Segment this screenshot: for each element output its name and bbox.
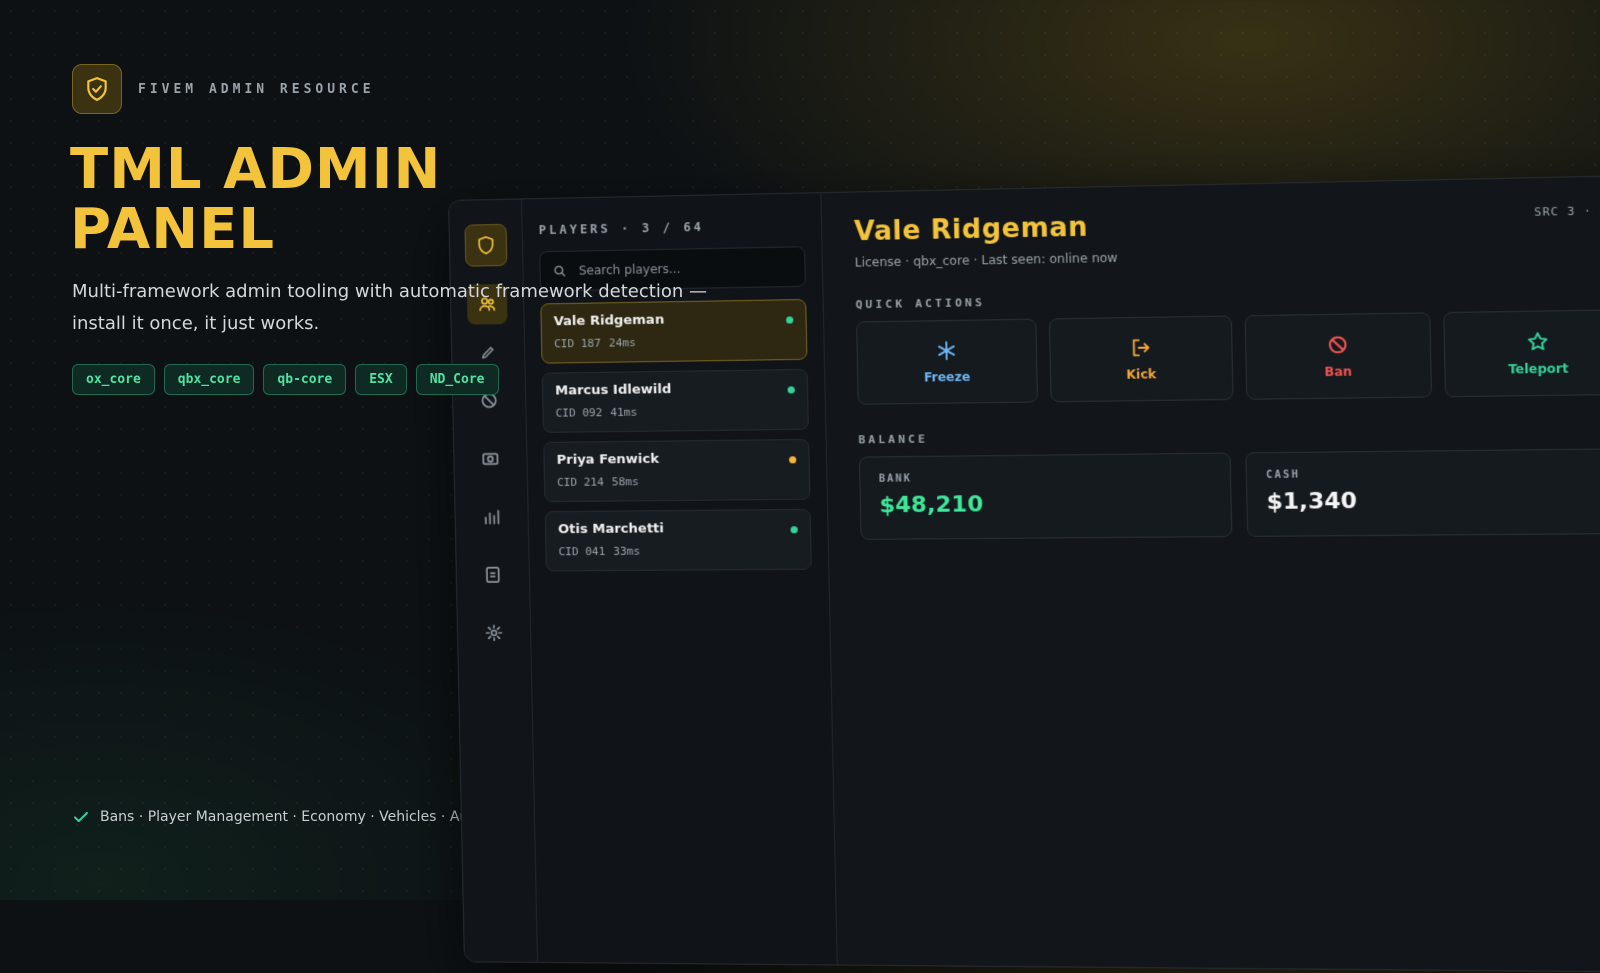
quick-actions: Freeze Kick Ban Teleport bbox=[855, 309, 1600, 405]
cash-value: $1,340 bbox=[1266, 488, 1358, 516]
player-cid: CID 092 bbox=[555, 406, 603, 420]
exit-icon bbox=[1129, 336, 1153, 359]
pencil-icon[interactable] bbox=[468, 342, 508, 363]
balance-label: BALANCE bbox=[858, 432, 929, 447]
bank-value: $48,210 bbox=[879, 492, 984, 519]
player-meta: CID 041 33ms bbox=[558, 543, 798, 559]
balances: BANK $48,210 CASH $1,340 bbox=[858, 448, 1600, 540]
player-name: Priya Fenwick bbox=[556, 451, 660, 468]
quick-actions-label: QUICK ACTIONS bbox=[855, 295, 986, 312]
player-cid: CID 041 bbox=[558, 544, 606, 559]
status-dot bbox=[787, 386, 795, 394]
kick-label: Kick bbox=[1126, 367, 1157, 382]
player-meta: CID 214 58ms bbox=[557, 473, 797, 489]
framework-tag: qb-core bbox=[263, 364, 347, 395]
document-icon[interactable] bbox=[472, 555, 513, 595]
player-name: Marcus Idlewild bbox=[555, 381, 672, 399]
framework-tag: ESX bbox=[355, 364, 407, 395]
cash-label: CASH bbox=[1265, 469, 1301, 482]
title-line-1: TML ADMIN bbox=[70, 137, 442, 202]
framework-tags: ox_core qbx_core qb-core ESX ND_Core bbox=[72, 364, 499, 395]
kick-button[interactable]: Kick bbox=[1048, 315, 1234, 403]
ban-label: Ban bbox=[1324, 364, 1353, 380]
player-card[interactable]: Otis Marchetti CID 041 33ms bbox=[544, 508, 812, 572]
freeze-button[interactable]: Freeze bbox=[855, 318, 1039, 405]
star-icon bbox=[1526, 330, 1550, 353]
source-id: SRC 3 · #00187 bbox=[1534, 203, 1600, 219]
ban-button[interactable]: Ban bbox=[1244, 312, 1433, 400]
brand: FIVEM ADMIN RESOURCE bbox=[72, 64, 375, 114]
bank-card: BANK $48,210 bbox=[858, 452, 1233, 540]
title-line-2: PANEL bbox=[70, 197, 276, 262]
ban-icon bbox=[1326, 333, 1350, 356]
player-detail-name: Vale Ridgeman bbox=[853, 212, 1089, 248]
players-header: PLAYERS · 3 / 64 bbox=[538, 219, 705, 238]
snowflake-icon bbox=[935, 339, 958, 362]
camera-icon[interactable] bbox=[470, 438, 511, 479]
teleport-button[interactable]: Teleport bbox=[1443, 309, 1600, 398]
bank-label: BANK bbox=[878, 473, 913, 485]
hero-subtitle: Multi-framework admin tooling with autom… bbox=[72, 281, 707, 334]
framework-tag: qbx_core bbox=[163, 364, 255, 395]
check-icon bbox=[74, 811, 88, 823]
player-card[interactable]: Priya Fenwick CID 214 58ms bbox=[543, 438, 811, 503]
player-ping: 41ms bbox=[610, 405, 638, 420]
shield-check-icon bbox=[72, 64, 122, 114]
player-meta: CID 092 41ms bbox=[556, 404, 796, 420]
player-cid: CID 214 bbox=[556, 475, 604, 490]
teleport-label: Teleport bbox=[1508, 361, 1569, 377]
eyebrow-text: FIVEM ADMIN RESOURCE bbox=[138, 81, 375, 97]
freeze-label: Freeze bbox=[923, 369, 971, 385]
shield-icon[interactable] bbox=[464, 223, 508, 267]
player-detail: SRC 3 · #00187 Vale Ridgeman License · q… bbox=[822, 175, 1600, 972]
player-card[interactable]: Marcus Idlewild CID 092 41ms bbox=[541, 368, 809, 433]
framework-tag: ND_Core bbox=[415, 364, 499, 395]
status-dot bbox=[789, 456, 797, 464]
feature-list: Bans · Player Management · Economy · Veh… bbox=[72, 808, 523, 826]
status-dot bbox=[790, 526, 798, 534]
player-ping: 58ms bbox=[611, 475, 639, 489]
player-name: Otis Marchetti bbox=[557, 521, 665, 538]
gear-icon[interactable] bbox=[474, 613, 515, 653]
cash-card: CASH $1,340 bbox=[1245, 448, 1600, 537]
chart-icon[interactable] bbox=[471, 496, 512, 536]
status-dot bbox=[786, 316, 794, 324]
player-ping: 33ms bbox=[613, 544, 641, 558]
framework-tag: ox_core bbox=[72, 364, 155, 395]
